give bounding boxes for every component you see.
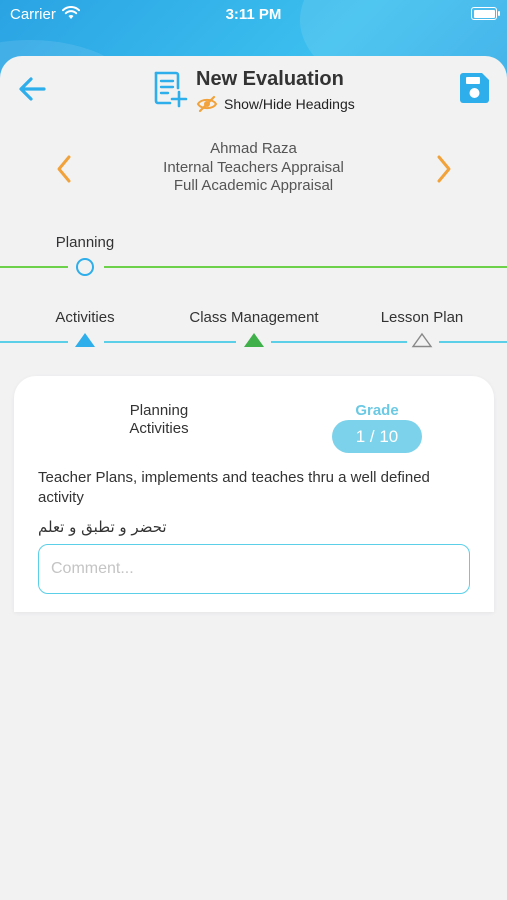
grade-label: Grade xyxy=(355,402,399,419)
show-hide-headings-label: Show/Hide Headings xyxy=(224,96,355,112)
main-sheet: New Evaluation Show/Hide Headings Ahmad … xyxy=(0,56,507,900)
completed-triangle-icon[interactable] xyxy=(243,332,265,348)
card-heading: Planning Activities xyxy=(129,402,189,437)
criterion-text: Teacher Plans, implements and teaches th… xyxy=(38,469,430,506)
status-bar: Carrier 3:11 PM xyxy=(0,0,507,30)
next-teacher-chevron-icon[interactable] xyxy=(432,154,456,184)
tab-line xyxy=(104,341,236,343)
tab-class-management[interactable]: Class Management xyxy=(168,309,340,326)
pending-triangle-icon[interactable] xyxy=(411,332,433,348)
add-document-icon xyxy=(154,71,188,108)
page-title: New Evaluation xyxy=(196,68,344,90)
grade-selector[interactable]: 1 / 10 xyxy=(332,420,422,453)
appraisal-type: Internal Teachers Appraisal xyxy=(163,158,344,176)
evaluation-info: Ahmad Raza Internal Teachers Appraisal F… xyxy=(100,140,407,196)
tab-line xyxy=(0,341,68,343)
battery-icon xyxy=(471,7,500,20)
tab-lesson-plan[interactable]: Lesson Plan xyxy=(362,309,482,326)
show-hide-headings-toggle[interactable]: Show/Hide Headings xyxy=(196,94,355,114)
criterion-text-arabic: تحضر و تطبق و تعلم xyxy=(38,518,167,536)
clock: 3:11 PM xyxy=(225,6,282,23)
selected-triangle-icon[interactable] xyxy=(74,332,96,348)
teacher-name: Ahmad Raza xyxy=(210,140,297,157)
criterion-card: Planning Activities Grade 1 / 10 Teacher… xyxy=(14,376,494,612)
save-icon[interactable] xyxy=(456,70,492,106)
progress-line xyxy=(0,266,68,268)
tab-line xyxy=(439,341,507,343)
appraisal-form: Full Academic Appraisal xyxy=(173,177,334,194)
eye-off-icon xyxy=(196,95,218,113)
comment-input[interactable] xyxy=(38,544,470,594)
section-step-label: Planning xyxy=(55,234,115,251)
section-step-indicator[interactable] xyxy=(76,258,94,276)
progress-line xyxy=(104,266,507,268)
tab-line xyxy=(271,341,407,343)
previous-teacher-chevron-icon[interactable] xyxy=(52,154,76,184)
tab-activities[interactable]: Activities xyxy=(30,309,140,326)
back-arrow-icon[interactable] xyxy=(16,72,50,106)
